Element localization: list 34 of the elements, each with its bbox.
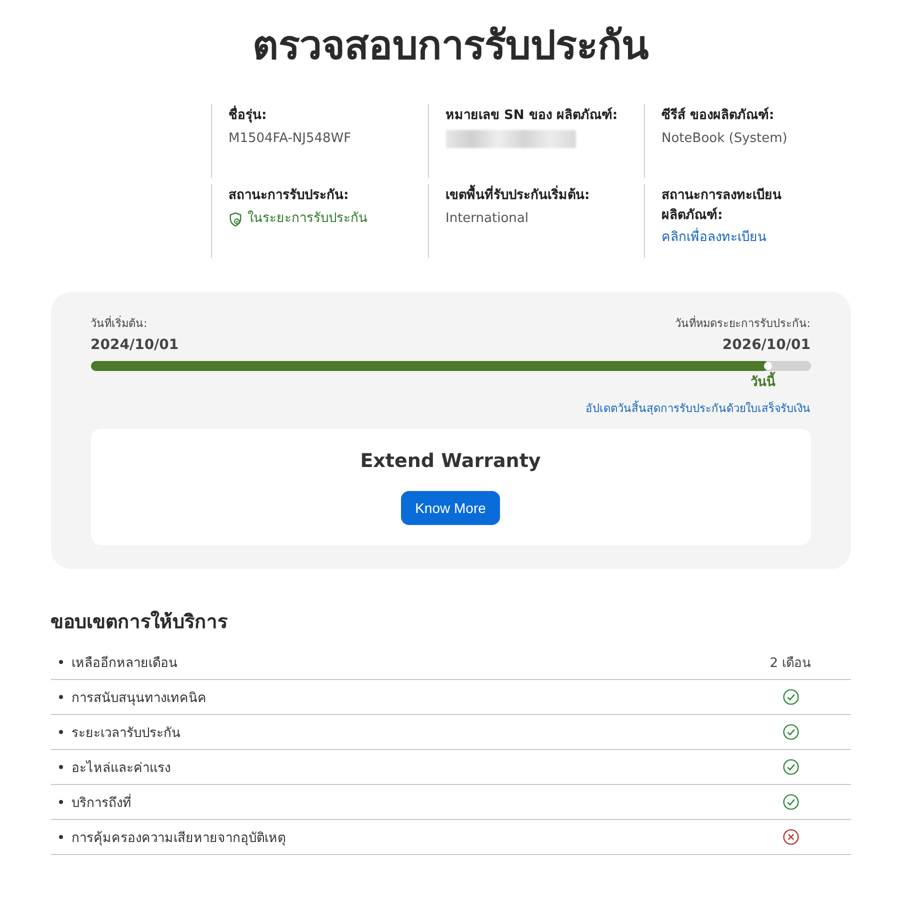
bullet-icon [58, 695, 62, 699]
bullet-icon [58, 800, 62, 804]
info-value: NoteBook (System) [662, 130, 788, 148]
bullet-icon [58, 765, 62, 769]
info-label: หมายเลข SN ของ ผลิตภัณฑ์: [446, 106, 619, 125]
service-value: 2 เดือน [770, 654, 812, 672]
start-date-label: วันที่เริ่มต้น: [90, 316, 148, 332]
info-value: International [446, 210, 530, 228]
info-label: ชื่อรุ่น: [228, 106, 418, 126]
shield-check-icon [228, 212, 242, 226]
register-link[interactable]: คลิกเพื่อลงทะเบียน [662, 228, 766, 248]
service-label: การสนับสนุนทางเทคนิค [72, 690, 208, 708]
warranty-status: ในระยะการรับประกัน [248, 210, 368, 228]
info-label: สถานะการลงทะเบียน ผลิตภัณฑ์: [662, 186, 782, 225]
info-value: M1504FA-NJ548WF [228, 130, 352, 148]
bullet-icon [58, 730, 62, 734]
info-label: ซีรีส์ ของผลิตภัณฑ์: [662, 106, 776, 125]
service-label: ระยะเวลารับประกัน [72, 724, 182, 742]
service-label: บริการถึงที่ [72, 792, 132, 812]
info-label: สถานะการรับประกัน: [228, 187, 350, 205]
extend-warranty-title: Extend Warranty [360, 449, 541, 473]
service-label: เหลืออีกหลายเดือน [72, 654, 178, 672]
page-title: ตรวจสอบการรับประกัน [252, 22, 650, 71]
section-heading: ขอบเขตการให้บริการ [50, 610, 229, 635]
bullet-icon [58, 660, 62, 664]
end-date: 2026/10/01 [721, 336, 810, 354]
end-date-label: วันที่หมดระยะการรับประกัน: [674, 316, 810, 332]
info-label: เขตพื้นที่รับประกันเริ่มต้น: [446, 186, 634, 206]
service-label: อะไหล่และค่าแรง [72, 759, 172, 778]
know-more-button[interactable]: Know More [401, 491, 500, 525]
bullet-icon [58, 835, 62, 839]
start-date: 2024/10/01 [90, 336, 179, 354]
service-label: การคุ้มครองความเสียหายจากอุบัติเหตุ [72, 830, 286, 848]
update-end-date-link[interactable]: อัปเดตวันสิ้นสุดการรับประกันด้วยใบเสร็จรับเงิน [586, 401, 810, 417]
